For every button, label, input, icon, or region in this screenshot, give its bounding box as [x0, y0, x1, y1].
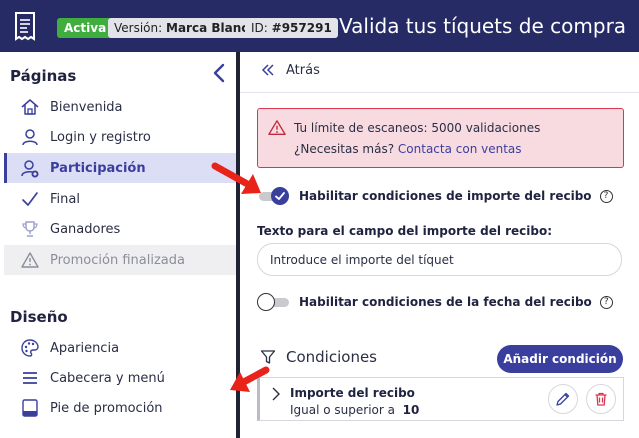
id-value: #957291 [271, 21, 332, 35]
amount-field-input[interactable] [257, 243, 622, 276]
sidebar-item-label: Bienvenida [50, 99, 123, 115]
back-label: Atrás [286, 62, 320, 78]
amount-conditions-row: Habilitar condiciones de importe del rec… [257, 187, 613, 205]
sidebar-item-label: Cabecera y menú [50, 370, 165, 386]
sidebar-item-ganadores[interactable]: Ganadores [4, 214, 236, 244]
menu-icon [20, 368, 40, 388]
settings-panel: Atrás Tu límite de escaneos: 5000 valida… [240, 52, 639, 438]
condition-description: Igual o superior a 10 [290, 403, 419, 417]
double-chevron-left-icon [261, 64, 274, 76]
version-badge: Versión: Marca Blanca [108, 18, 263, 38]
condition-item[interactable]: Importe del recibo Igual o superior a 10 [257, 377, 624, 421]
sidebar-pages-title: Páginas [10, 67, 77, 85]
sidebar-item-cabecera[interactable]: Cabecera y menú [4, 363, 236, 393]
sidebar-item-bienvenida[interactable]: Bienvenida [4, 92, 236, 122]
sidebar-item-label: Apariencia [50, 340, 120, 356]
home-icon [20, 97, 40, 117]
receipt-logo-icon [8, 9, 42, 43]
help-icon[interactable]: ? [599, 295, 613, 309]
footer-icon [20, 398, 40, 418]
alert-limit-text: Tu límite de escaneos: 5000 validaciones [294, 121, 541, 135]
check-icon [20, 189, 40, 209]
id-label: ID: [251, 21, 268, 35]
user-icon [20, 127, 40, 147]
sidebar-item-pie[interactable]: Pie de promoción [4, 393, 236, 423]
sidebar-item-label: Promoción finalizada [50, 252, 185, 268]
add-condition-button[interactable]: Añadir condición [497, 345, 623, 373]
condition-title: Importe del recibo [290, 386, 415, 400]
filter-icon [260, 350, 276, 364]
status-badge: Activa [57, 18, 114, 38]
page-title: Valida tus tíquets de compra [339, 14, 627, 38]
conditions-title: Condiciones [286, 348, 377, 366]
condition-desc-prefix: Igual o superior a [290, 403, 395, 417]
amount-field-label: Texto para el campo del importe del reci… [257, 224, 553, 238]
delete-condition-button[interactable] [586, 384, 616, 414]
amount-conditions-label: Habilitar condiciones de importe del rec… [299, 189, 592, 203]
id-badge: ID: #957291 [245, 18, 338, 38]
version-label: Versión: [114, 21, 163, 35]
back-button[interactable]: Atrás [260, 62, 320, 78]
pencil-icon [556, 392, 570, 406]
contact-sales-link[interactable]: Contacta con ventas [398, 142, 522, 156]
palette-icon [20, 338, 40, 358]
annotation-arrow-icon [230, 366, 270, 392]
alert-more-prefix: ¿Necesitas más? [294, 142, 395, 156]
scan-limit-alert: Tu límite de escaneos: 5000 validaciones… [257, 108, 624, 168]
date-conditions-label: Habilitar condiciones de la fecha del re… [299, 295, 592, 309]
annotation-arrow-icon [211, 162, 261, 194]
help-icon[interactable]: ? [599, 189, 613, 203]
warning-icon [20, 250, 40, 270]
alert-more-text: ¿Necesitas más? Contacta con ventas [294, 142, 522, 156]
warning-icon [268, 120, 286, 135]
sidebar-item-label: Participación [50, 160, 146, 176]
date-conditions-row: Habilitar condiciones de la fecha del re… [257, 293, 613, 311]
version-value: Marca Blanca [166, 21, 257, 35]
app-header: Activa Versión: Marca Blanca ID: #957291… [0, 0, 639, 52]
date-conditions-toggle[interactable] [257, 293, 291, 311]
condition-desc-value: 10 [402, 403, 420, 417]
sidebar-item-apariencia[interactable]: Apariencia [4, 333, 236, 363]
sidebar-item-label: Ganadores [50, 221, 121, 237]
user-add-icon [20, 158, 40, 178]
sidebar-item-label: Login y registro [50, 129, 151, 145]
collapse-sidebar-icon[interactable] [210, 62, 228, 84]
sidebar-item-login[interactable]: Login y registro [4, 122, 236, 152]
sidebar-item-final[interactable]: Final [4, 184, 236, 214]
sidebar-design-title: Diseño [10, 308, 68, 326]
sidebar-item-label: Final [50, 191, 80, 207]
edit-condition-button[interactable] [548, 384, 578, 414]
trash-icon [595, 392, 607, 406]
sidebar-item-promocion-finalizada[interactable]: Promoción finalizada [4, 245, 236, 275]
trophy-icon [20, 219, 40, 239]
divider [240, 92, 639, 93]
conditions-header: Condiciones [260, 348, 377, 366]
sidebar-item-label: Pie de promoción [50, 400, 163, 416]
sidebar-item-participacion[interactable]: Participación [4, 153, 236, 183]
